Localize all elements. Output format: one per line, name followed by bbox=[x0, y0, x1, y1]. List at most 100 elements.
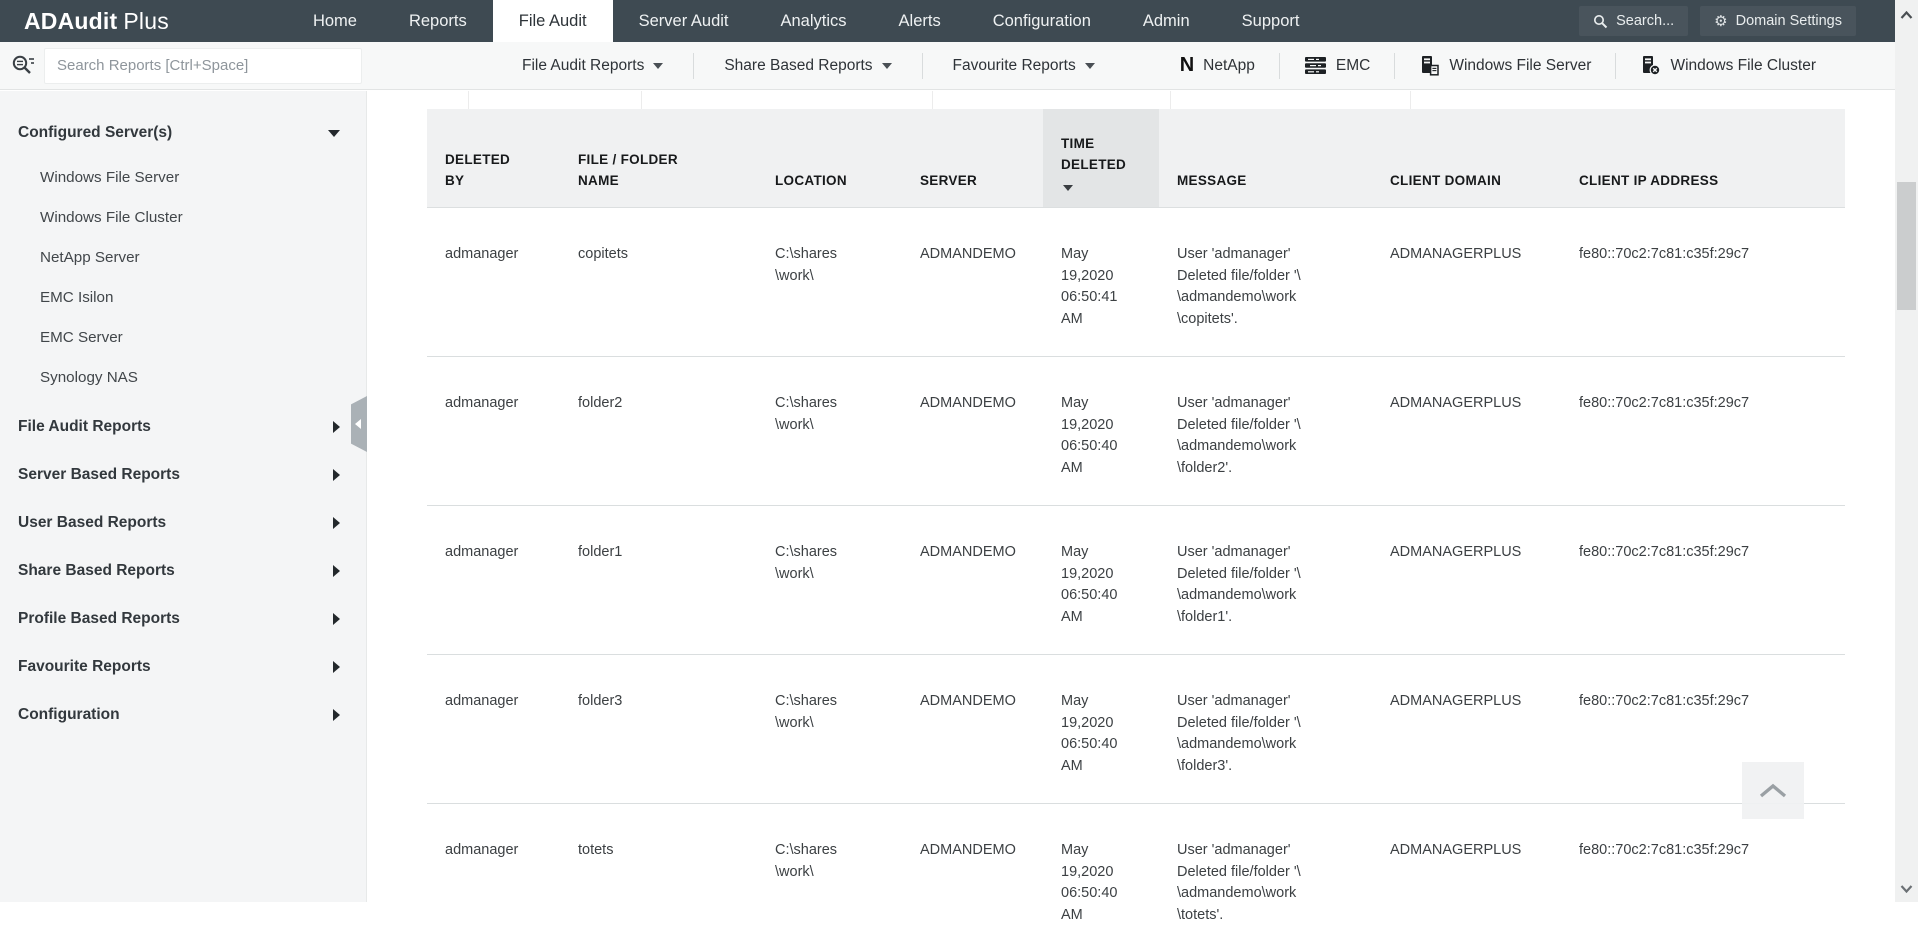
cell-location: C:​\shares​\work​\ bbox=[757, 208, 902, 357]
nav-item-home[interactable]: Home bbox=[287, 0, 383, 42]
sidebar-section-label: Profile Based Reports bbox=[18, 610, 333, 628]
nav-item-server-audit[interactable]: Server Audit bbox=[613, 0, 755, 42]
chevron-down-icon bbox=[882, 63, 892, 69]
cell-file-folder-name: copitets bbox=[560, 208, 757, 357]
sidebar-section-label: Favourite Reports bbox=[18, 658, 333, 676]
cell-location: C:​\shares​\work​\ bbox=[757, 506, 902, 655]
sort-descending-icon[interactable] bbox=[1063, 185, 1073, 191]
sidebar-item-windows-file-cluster[interactable]: Windows File Cluster bbox=[0, 197, 366, 237]
column-header-deleted-by[interactable]: DELETED BY bbox=[427, 109, 560, 208]
sidebar-item-synology-nas[interactable]: Synology NAS bbox=[0, 357, 366, 397]
column-header-label: SERVER bbox=[920, 170, 1029, 191]
column-header-label: MESSAGE bbox=[1177, 170, 1358, 191]
shortcut-windows-file-cluster[interactable]: Windows File Cluster bbox=[1616, 55, 1840, 76]
chevron-up-icon bbox=[1900, 11, 1913, 19]
column-header-time-deleted[interactable]: TIME DELETED bbox=[1043, 109, 1159, 208]
chevron-right-icon bbox=[333, 709, 340, 721]
sidebar-section-favourite-reports[interactable]: Favourite Reports bbox=[0, 643, 366, 691]
cell-server: ADMANDEMO bbox=[902, 208, 1043, 357]
nav-item-reports[interactable]: Reports bbox=[383, 0, 493, 42]
nav-item-admin[interactable]: Admin bbox=[1117, 0, 1216, 42]
nav-item-file-audit[interactable]: File Audit bbox=[493, 0, 613, 42]
cell-file-folder-name: folder1 bbox=[560, 506, 757, 655]
netapp-icon: N bbox=[1180, 54, 1194, 77]
sidebar-item-netapp-server[interactable]: NetApp Server bbox=[0, 237, 366, 277]
sidebar-section-configuration[interactable]: Configuration bbox=[0, 691, 366, 739]
column-header-location[interactable]: LOCATION bbox=[757, 109, 902, 208]
menu-favourite-reports[interactable]: Favourite Reports bbox=[923, 57, 1125, 75]
search-button[interactable]: Search... bbox=[1579, 6, 1688, 36]
windows-file-cluster-icon bbox=[1640, 55, 1661, 76]
server-shortcuts: NNetAppEMCWindows File ServerWindows Fil… bbox=[1156, 53, 1840, 79]
nav-item-alerts[interactable]: Alerts bbox=[873, 0, 967, 42]
menu-file-audit-reports[interactable]: File Audit Reports bbox=[492, 57, 693, 75]
sidebar-section-configured-server-s[interactable]: Configured Server(s) bbox=[0, 109, 366, 157]
chevron-down-icon bbox=[1085, 63, 1095, 69]
sidebar-item-emc-server[interactable]: EMC Server bbox=[0, 317, 366, 357]
cell-client-ip-address: fe80::70c2:7c81:c35f:29c7 bbox=[1561, 804, 1845, 952]
shortcut-windows-file-server[interactable]: Windows File Server bbox=[1395, 55, 1615, 76]
column-header-client-ip-address[interactable]: CLIENT IP ADDRESS bbox=[1561, 109, 1845, 208]
page-scrollbar[interactable] bbox=[1895, 0, 1918, 902]
cell-client-domain: ADMANAGERPLUS bbox=[1372, 804, 1561, 952]
gear-icon: ⚙ bbox=[1714, 14, 1727, 29]
report-search-icon[interactable] bbox=[10, 53, 36, 79]
report-content: DELETED BY FILE / FOLDER NAME LOCATION SERV… bbox=[367, 91, 1918, 902]
scrollbar-down-arrow[interactable] bbox=[1895, 876, 1918, 902]
search-button-label: Search... bbox=[1616, 13, 1674, 29]
chevron-right-icon bbox=[333, 661, 340, 673]
cell-deleted-by: admanager bbox=[427, 506, 560, 655]
cell-client-domain: ADMANAGERPLUS bbox=[1372, 357, 1561, 506]
nav-item-configuration[interactable]: Configuration bbox=[967, 0, 1117, 42]
app-logo[interactable]: ADAudit Plus bbox=[0, 0, 169, 42]
search-icon bbox=[1593, 14, 1608, 29]
nav-item-analytics[interactable]: Analytics bbox=[755, 0, 873, 42]
menu-share-based-reports[interactable]: Share Based Reports bbox=[694, 57, 921, 75]
sidebar-section-file-audit-reports[interactable]: File Audit Reports bbox=[0, 403, 366, 451]
sidebar-item-windows-file-server[interactable]: Windows File Server bbox=[0, 157, 366, 197]
sidebar-section-profile-based-reports[interactable]: Profile Based Reports bbox=[0, 595, 366, 643]
windows-file-server-icon bbox=[1419, 55, 1440, 76]
main-nav: HomeReportsFile AuditServer AuditAnalyti… bbox=[287, 0, 1326, 42]
chevron-right-icon bbox=[333, 613, 340, 625]
cell-deleted-by: admanager bbox=[427, 804, 560, 952]
sidebar-collapse-handle[interactable] bbox=[351, 396, 367, 452]
scroll-to-top-button[interactable] bbox=[1742, 762, 1804, 819]
reports-toolbar: File Audit ReportsShare Based ReportsFav… bbox=[0, 42, 1918, 90]
scrollbar-thumb[interactable] bbox=[1897, 182, 1916, 310]
scrollbar-up-arrow[interactable] bbox=[1895, 2, 1918, 28]
nav-item-support[interactable]: Support bbox=[1216, 0, 1326, 42]
table-row: admanagerfolder2C:​\shares​\work​\ADMAND… bbox=[427, 357, 1845, 506]
cell-time-deleted: May 19,2020 06:50:40 AM bbox=[1043, 357, 1159, 506]
sidebar-section-share-based-reports[interactable]: Share Based Reports bbox=[0, 547, 366, 595]
search-reports-input[interactable] bbox=[44, 48, 362, 84]
sidebar-section-user-based-reports[interactable]: User Based Reports bbox=[0, 499, 366, 547]
sidebar-section-label: File Audit Reports bbox=[18, 418, 333, 436]
chevron-down-icon bbox=[1900, 885, 1913, 893]
column-header-label: DELETED BY bbox=[445, 149, 546, 191]
sidebar-section-children: Windows File ServerWindows File ClusterN… bbox=[0, 157, 366, 403]
column-header-message[interactable]: MESSAGE bbox=[1159, 109, 1372, 208]
cell-file-folder-name: folder3 bbox=[560, 655, 757, 804]
cell-deleted-by: admanager bbox=[427, 357, 560, 506]
cell-message: User 'admanager' Deleted file/folder '​\… bbox=[1159, 208, 1372, 357]
chevron-down-icon bbox=[328, 130, 340, 137]
sidebar-section-server-based-reports[interactable]: Server Based Reports bbox=[0, 451, 366, 499]
column-header-label: FILE / FOLDER NAME bbox=[578, 149, 743, 191]
table-top-strip bbox=[427, 91, 1845, 109]
sidebar-item-emc-isilon[interactable]: EMC Isilon bbox=[0, 277, 366, 317]
shortcut-netapp[interactable]: NNetApp bbox=[1156, 54, 1279, 77]
domain-settings-button[interactable]: ⚙ Domain Settings bbox=[1700, 6, 1856, 36]
cell-location: C:​\shares​\work​\ bbox=[757, 357, 902, 506]
table-row: admanagercopitetsC:​\shares​\work​\ADMAN… bbox=[427, 208, 1845, 357]
app-logo-bold: ADAudit bbox=[24, 8, 117, 35]
top-navbar: ADAudit Plus HomeReportsFile AuditServer… bbox=[0, 0, 1918, 42]
sidebar-section-label: Configured Server(s) bbox=[18, 124, 328, 142]
sidebar-section-label: User Based Reports bbox=[18, 514, 333, 532]
cell-server: ADMANDEMO bbox=[902, 655, 1043, 804]
column-header-client-domain[interactable]: CLIENT DOMAIN bbox=[1372, 109, 1561, 208]
shortcut-emc[interactable]: EMC bbox=[1280, 56, 1394, 75]
column-header-file-folder-name[interactable]: FILE / FOLDER NAME bbox=[560, 109, 757, 208]
column-header-server[interactable]: SERVER bbox=[902, 109, 1043, 208]
deleted-files-table: DELETED BY FILE / FOLDER NAME LOCATION SERV… bbox=[427, 109, 1845, 952]
